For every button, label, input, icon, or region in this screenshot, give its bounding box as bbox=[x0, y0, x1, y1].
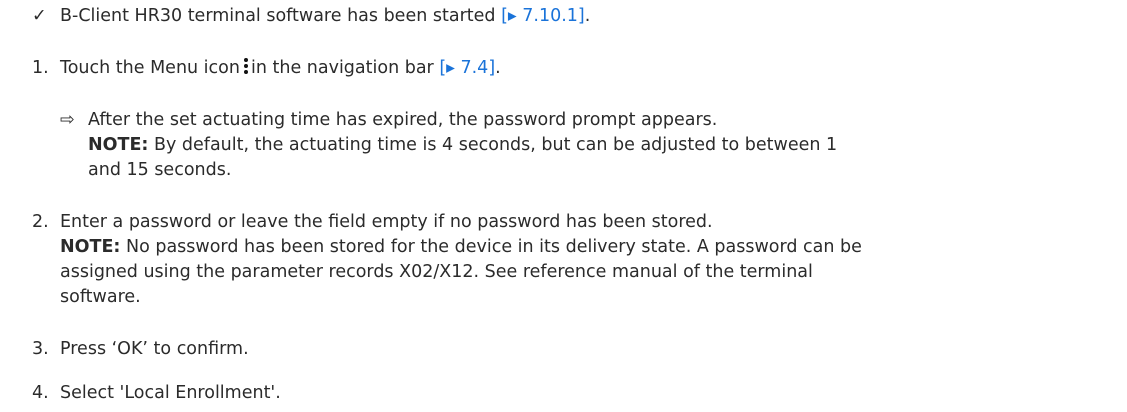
step-1-reference-link[interactable]: [▸ 7.4] bbox=[439, 58, 495, 78]
note-label: NOTE: bbox=[88, 135, 149, 155]
step-3-text: Press ‘OK’ to confirm. bbox=[60, 339, 249, 359]
prerequisite: B-Client HR30 terminal software has been… bbox=[60, 4, 590, 28]
step-2-number: 2. bbox=[32, 212, 49, 232]
instruction-list: ✓ B-Client HR30 terminal software has be… bbox=[0, 0, 1127, 412]
step-2-note: NOTE: No password has been stored for th… bbox=[60, 235, 862, 259]
step-2-text: Enter a password or leave the field empt… bbox=[60, 212, 713, 232]
step-2-note-line-1: No password has been stored for the devi… bbox=[120, 237, 862, 257]
prerequisite-reference-link[interactable]: [▸ 7.10.1] bbox=[501, 6, 585, 26]
step-1-period: . bbox=[495, 58, 501, 78]
result-arrow-icon: ⇨ bbox=[60, 110, 75, 130]
step-3-number: 3. bbox=[32, 339, 49, 359]
step-1-note-line-1: By default, the actuating time is 4 seco… bbox=[148, 135, 838, 155]
step-2-note-line-3: software. bbox=[60, 287, 141, 307]
step-1-number: 1. bbox=[32, 58, 49, 78]
step-1-note: NOTE: By default, the actuating time is … bbox=[88, 133, 837, 157]
prerequisite-period: . bbox=[584, 6, 591, 26]
step-4-text: Select 'Local Enrollment'. bbox=[60, 383, 281, 403]
checkmark-icon: ✓ bbox=[32, 6, 47, 26]
step-1: Touch the Menu icon in the navigation bar… bbox=[60, 56, 501, 80]
step-2-note-line-2: assigned using the parameter records X02… bbox=[60, 262, 813, 282]
menu-icon bbox=[243, 57, 249, 75]
note-label: NOTE: bbox=[60, 237, 121, 257]
prerequisite-text: B-Client HR30 terminal software has been… bbox=[60, 6, 502, 26]
step-4-number: 4. bbox=[32, 383, 49, 403]
step-1-text-before: Touch the Menu icon bbox=[60, 58, 240, 78]
step-1-text-after: in the navigation bar bbox=[250, 58, 440, 78]
step-1-result: After the set actuating time has expired… bbox=[88, 110, 718, 130]
step-1-note-line-2: and 15 seconds. bbox=[88, 160, 232, 180]
